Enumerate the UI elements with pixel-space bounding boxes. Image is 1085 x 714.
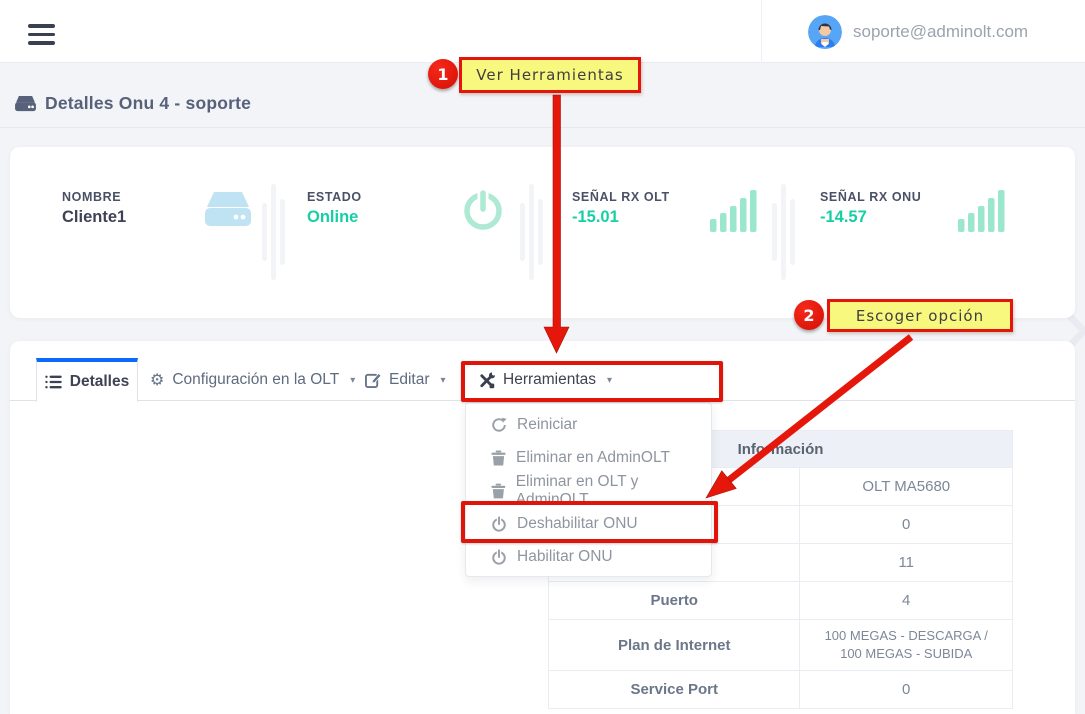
menu-item-reiniciar[interactable]: Reiniciar [466,408,711,441]
page-title: Detalles Onu 4 - soporte [14,93,251,114]
menu-icon[interactable] [28,24,55,45]
table-row: Plan de Internet 100 MEGAS - DESCARGA / … [549,619,1012,670]
list-icon [45,374,62,390]
tab-herramientas[interactable]: Herramientas ▾ [478,371,612,389]
chevron-down-icon: ▾ [350,375,355,386]
power-icon [460,185,506,233]
tab-editar[interactable]: Editar ▾ [365,371,446,389]
onu-status-card: NOMBRE Cliente1 ESTADO Online SEÑAL RX O… [10,147,1075,318]
divider [772,180,795,284]
stat-value-senal-rx-olt: -15.01 [572,208,619,227]
stat-value-senal-rx-onu: -14.57 [820,208,867,227]
table-row: Puerto 4 [549,581,1012,619]
table-row: Service Port 0 [549,670,1012,708]
menu-item-deshabilitar-onu[interactable]: Deshabilitar ONU [466,507,711,540]
avatar [808,15,842,49]
signal-bars-icon [710,188,758,234]
tools-icon [478,372,495,389]
trash-icon [491,450,506,466]
trash-icon [491,483,506,499]
onu-device-icon [14,95,37,113]
user-email: soporte@adminolt.com [853,22,1028,42]
stat-label-estado: ESTADO [307,190,362,204]
refresh-icon [491,417,507,433]
step-1-badge: 1 [428,59,458,89]
menu-item-eliminar-olt-adminolt[interactable]: Eliminar en OLT y AdminOLT [466,474,711,507]
power-icon [491,516,507,532]
stat-value-estado: Online [307,208,358,227]
onu-device-icon [203,190,253,230]
signal-bars-icon [958,188,1006,234]
tab-configuracion-olt[interactable]: ⚙ Configuración en la OLT ▾ [150,371,355,389]
stat-value-nombre: Cliente1 [62,208,126,227]
step-1-label: Ver Herramientas [459,57,641,93]
gear-icon: ⚙ [150,372,164,388]
edit-icon [365,372,381,388]
stat-label-senal-rx-onu: SEÑAL RX ONU [820,190,921,204]
tab-divider [10,400,1075,401]
menu-item-habilitar-onu[interactable]: Habilitar ONU [466,540,711,573]
chevron-down-icon: ▾ [441,375,446,386]
chevron-down-icon: ▾ [607,375,612,386]
user-menu[interactable]: soporte@adminolt.com [761,0,1085,63]
power-icon [491,549,507,565]
divider [262,180,285,284]
divider [520,180,543,284]
tab-detalles[interactable]: Detalles [36,358,138,402]
stat-label-nombre: NOMBRE [62,190,121,204]
top-navbar: soporte@adminolt.com [0,0,1085,63]
herramientas-dropdown-menu: Reiniciar Eliminar en AdminOLT Eliminar … [465,402,712,577]
menu-item-eliminar-adminolt[interactable]: Eliminar en AdminOLT [466,441,711,474]
step-2-badge: 2 [794,300,824,330]
step-2-label: Escoger opción [827,299,1013,332]
stat-label-senal-rx-olt: SEÑAL RX OLT [572,190,670,204]
